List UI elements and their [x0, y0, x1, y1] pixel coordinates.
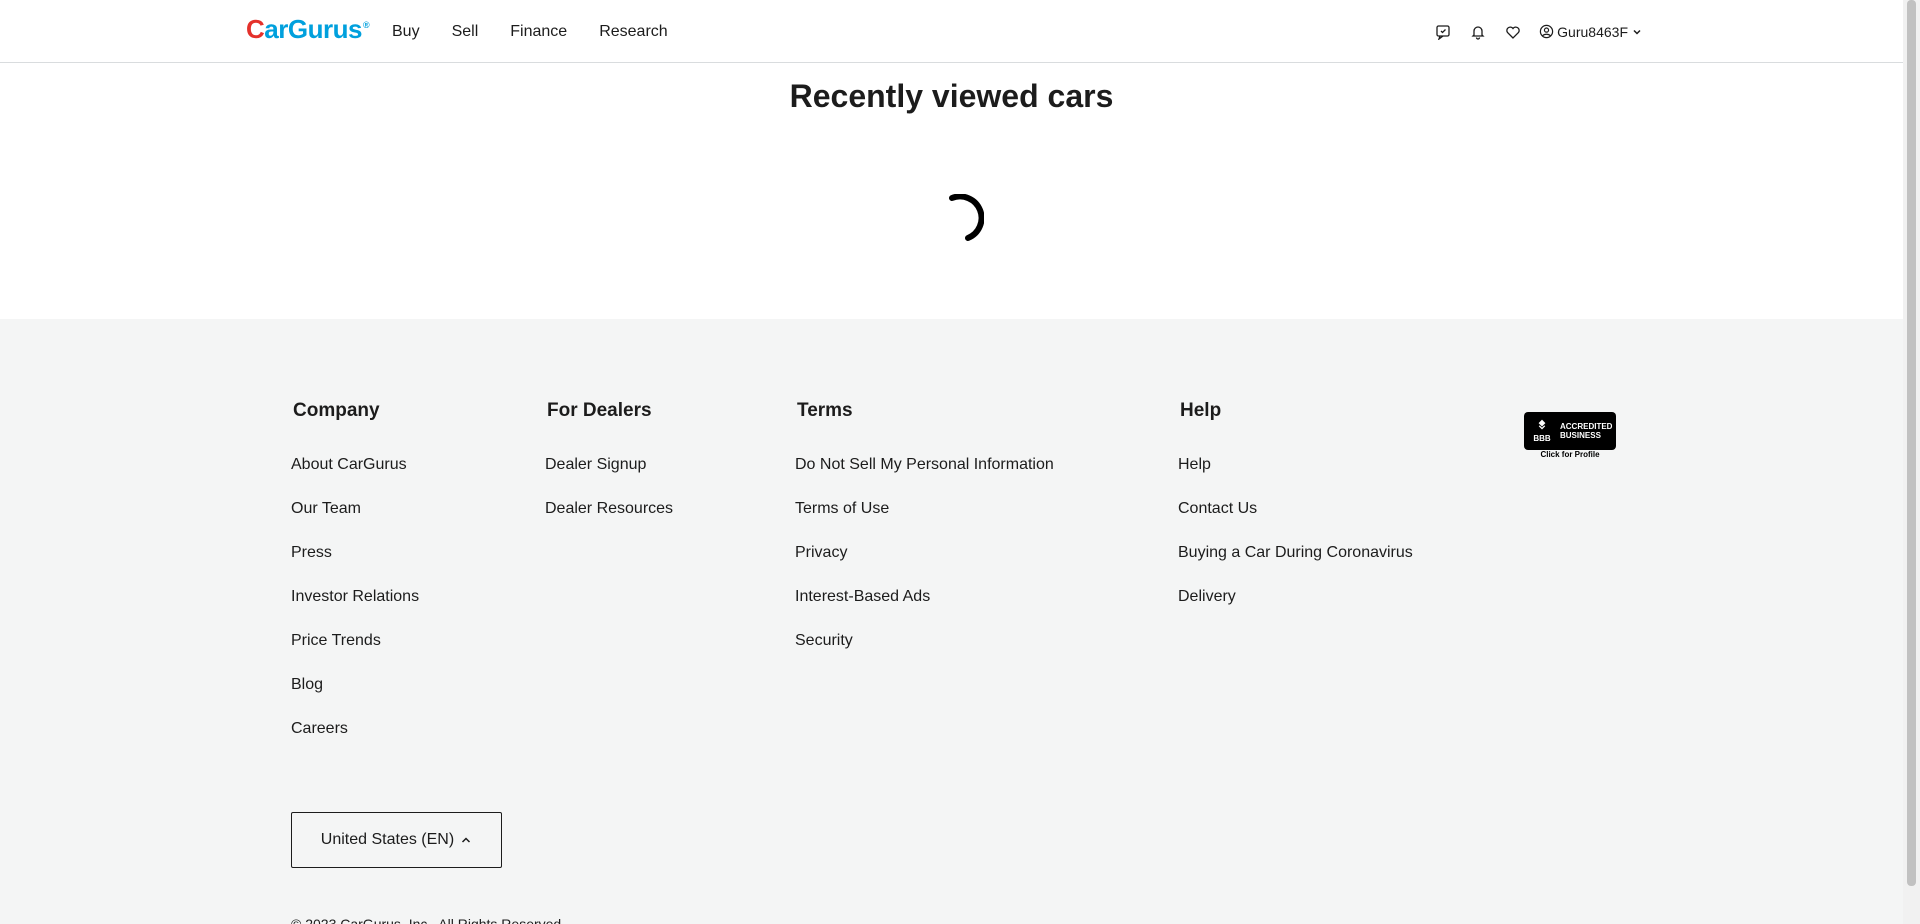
footer-link[interactable]: Our Team	[291, 500, 361, 518]
loading-spinner-icon	[949, 194, 984, 241]
footer-link[interactable]: Help	[1178, 456, 1211, 474]
site-header: CarGurus® Buy Sell Finance Research Guru…	[0, 0, 1903, 63]
footer-link[interactable]: Delivery	[1178, 588, 1236, 606]
footer-link[interactable]: Security	[795, 632, 853, 650]
country-selector-label: United States (EN)	[320, 831, 455, 848]
nav-buy[interactable]: Buy	[392, 23, 420, 41]
copyright-text: © 2023 CarGurus, Inc., All Rights Reserv…	[291, 916, 566, 924]
user-icon	[1539, 24, 1554, 39]
footer-link[interactable]: Buying a Car During Coronavirus	[1178, 544, 1413, 562]
logo-registered-mark: ®	[362, 19, 370, 30]
nav-finance[interactable]: Finance	[510, 23, 567, 41]
footer-link[interactable]: Dealer Resources	[545, 500, 673, 518]
footer-link[interactable]: Investor Relations	[291, 588, 419, 606]
main-nav: Buy Sell Finance Research	[392, 0, 700, 63]
bbb-line-1: ACCREDITED	[1560, 422, 1613, 431]
cargurus-logo[interactable]: CarGurus®	[246, 13, 370, 45]
bbb-badge-box: BBB ACCREDITED BUSINESS	[1524, 412, 1616, 450]
nav-research[interactable]: Research	[599, 23, 667, 41]
logo-letters: arGurus	[264, 13, 362, 44]
bbb-text: ACCREDITED BUSINESS	[1560, 422, 1612, 440]
user-name: Guru8463F	[1557, 23, 1628, 40]
message-icon[interactable]	[1434, 23, 1452, 41]
logo-text: CarGurus®	[246, 13, 370, 45]
footer-link[interactable]: Blog	[291, 676, 323, 694]
bbb-logo-icon: BBB	[1528, 415, 1556, 447]
page: CarGurus® Buy Sell Finance Research Guru…	[0, 0, 1903, 924]
chevron-down-icon	[1633, 29, 1641, 35]
footer-link[interactable]: Terms of Use	[795, 500, 889, 518]
footer-link[interactable]: Careers	[291, 720, 348, 738]
footer-link[interactable]: Do Not Sell My Personal Information	[795, 456, 1054, 474]
footer-link[interactable]: Interest-Based Ads	[795, 588, 930, 606]
footer-link[interactable]: Price Trends	[291, 632, 381, 650]
bbb-line-2: BUSINESS	[1560, 431, 1601, 440]
bbb-accreditation-badge[interactable]: BBB ACCREDITED BUSINESS Click for Profil…	[1524, 412, 1617, 460]
user-menu[interactable]: Guru8463F	[1539, 24, 1645, 40]
footer-link[interactable]: Contact Us	[1178, 500, 1257, 518]
bbb-caption: Click for Profile	[1540, 450, 1600, 459]
footer-link[interactable]: Dealer Signup	[545, 456, 646, 474]
heart-icon[interactable]	[1504, 23, 1522, 41]
scrollbar-thumb[interactable]	[1907, 0, 1916, 886]
footer-link[interactable]: About CarGurus	[291, 456, 407, 474]
footer-heading-terms: Terms	[797, 400, 853, 421]
nav-sell[interactable]: Sell	[452, 23, 479, 41]
site-footer: Company About CarGurus Our Team Press In…	[0, 319, 1903, 924]
bell-icon[interactable]	[1469, 23, 1487, 41]
footer-link[interactable]: Press	[291, 544, 332, 562]
vertical-scrollbar[interactable]	[1903, 0, 1920, 924]
page-title: Recently viewed cars	[789, 78, 1114, 114]
footer-heading-help: Help	[1180, 400, 1222, 421]
bbb-logo-text: BBB	[1533, 434, 1551, 443]
footer-link[interactable]: Privacy	[795, 544, 847, 562]
footer-heading-company: Company	[293, 400, 380, 421]
country-selector-button[interactable]: United States (EN)	[291, 812, 502, 868]
chevron-up-icon	[462, 837, 471, 843]
header-tools: Guru8463F	[1417, 0, 1645, 63]
footer-heading-dealers: For Dealers	[547, 400, 652, 421]
logo-letter-c: C	[246, 13, 265, 44]
